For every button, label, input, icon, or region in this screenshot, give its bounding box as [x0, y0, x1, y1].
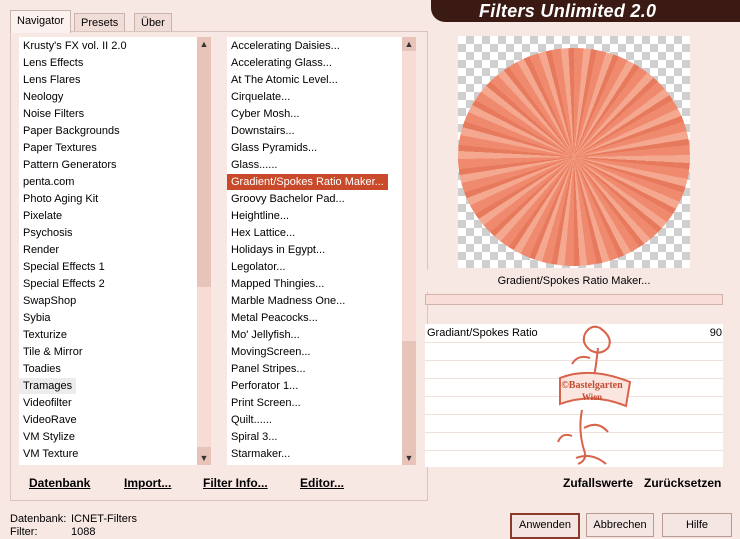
category-item[interactable]: Special Effects 1: [19, 259, 109, 275]
category-item[interactable]: Render: [19, 242, 63, 258]
spokes-wheel-preview: [458, 48, 690, 266]
randomize-button[interactable]: Zufallswerte: [563, 476, 633, 490]
category-item[interactable]: Texturize: [19, 327, 71, 343]
filter-item[interactable]: Starmaker...: [227, 446, 294, 462]
import-button[interactable]: Import...: [124, 476, 171, 490]
preview-progress-bar: [425, 294, 723, 305]
category-item[interactable]: Sybia: [19, 310, 55, 326]
filter-scrollbar[interactable]: ▲ ▼: [402, 37, 416, 465]
category-item[interactable]: VM Texture: [19, 446, 82, 462]
filter-item[interactable]: Metal Peacocks...: [227, 310, 322, 326]
status-database: Datenbank: ICNET-Filters: [10, 513, 137, 525]
category-item[interactable]: Paper Textures: [19, 140, 101, 156]
filter-item[interactable]: Mo' Jellyfish...: [227, 327, 304, 343]
status-filter-label: Filter:: [10, 526, 38, 538]
title-banner: Filters Unlimited 2.0: [431, 0, 740, 22]
filter-item[interactable]: Downstairs...: [227, 123, 299, 139]
filter-item[interactable]: Hex Lattice...: [227, 225, 299, 241]
scroll-down-icon[interactable]: ▼: [197, 451, 211, 465]
watermark-line2: Wien: [582, 392, 602, 402]
preview-filter-name: Gradient/Spokes Ratio Maker...: [425, 270, 723, 292]
apply-button[interactable]: Anwenden: [510, 513, 580, 539]
filter-info-button[interactable]: Filter Info...: [203, 476, 268, 490]
category-item[interactable]: VideoRave: [19, 412, 81, 428]
database-button[interactable]: Datenbank: [29, 476, 90, 490]
status-db-value: ICNET-Filters: [71, 513, 137, 525]
category-item[interactable]: Lens Effects: [19, 55, 87, 71]
filter-item[interactable]: Spiral 3...: [227, 429, 281, 445]
category-item[interactable]: Neology: [19, 89, 67, 105]
category-item[interactable]: Psychosis: [19, 225, 77, 241]
category-item[interactable]: penta.com: [19, 174, 78, 190]
preview-image: [458, 36, 690, 268]
category-item[interactable]: VM Stylize: [19, 429, 79, 445]
watermark-line1: ©Bastelgarten: [561, 380, 623, 391]
category-item[interactable]: Tramages: [19, 378, 77, 394]
category-item[interactable]: Pixelate: [19, 208, 66, 224]
scroll-up-icon[interactable]: ▲: [402, 37, 416, 51]
category-item[interactable]: Krusty's FX vol. II 2.0: [19, 38, 131, 54]
tab-navigator[interactable]: Navigator: [10, 10, 72, 33]
status-filter-count: Filter: 1088: [10, 526, 95, 538]
param-value[interactable]: 90: [710, 327, 722, 339]
filter-item[interactable]: Accelerating Glass...: [227, 55, 336, 71]
filter-item[interactable]: Panel Stripes...: [227, 361, 310, 377]
filter-item[interactable]: Gradient/Spokes Ratio Maker...: [227, 174, 388, 190]
category-item[interactable]: Lens Flares: [19, 72, 84, 88]
filter-item[interactable]: Accelerating Daisies...: [227, 38, 344, 54]
category-item[interactable]: Videofilter: [19, 395, 76, 411]
watermark-stamp: ©Bastelgarten Wien: [557, 325, 632, 465]
filter-item[interactable]: Glass Pyramids...: [227, 140, 321, 156]
filter-item[interactable]: Legolator...: [227, 259, 289, 275]
status-db-label: Datenbank:: [10, 513, 67, 525]
help-button[interactable]: Hilfe: [662, 513, 732, 537]
filter-item[interactable]: Holidays in Egypt...: [227, 242, 329, 258]
filter-item[interactable]: Marble Madness One...: [227, 293, 349, 309]
category-item[interactable]: Photo Aging Kit: [19, 191, 102, 207]
category-item[interactable]: Tile & Mirror: [19, 344, 86, 360]
filter-item[interactable]: Glass......: [227, 157, 281, 173]
category-item[interactable]: Special Effects 2: [19, 276, 109, 292]
filter-item[interactable]: Quilt......: [227, 412, 276, 428]
filter-item[interactable]: Cirquelate...: [227, 89, 294, 105]
tab-presets[interactable]: Presets: [74, 13, 126, 32]
category-item[interactable]: Noise Filters: [19, 106, 88, 122]
filter-scroll-thumb[interactable]: [402, 51, 416, 341]
category-scroll-thumb[interactable]: [197, 287, 211, 447]
scroll-down-icon[interactable]: ▼: [402, 451, 416, 465]
filter-item[interactable]: Cyber Mosh...: [227, 106, 303, 122]
cancel-button[interactable]: Abbrechen: [586, 513, 654, 537]
filter-item[interactable]: Perforator 1...: [227, 378, 302, 394]
category-item[interactable]: Toadies: [19, 361, 65, 377]
app-title: Filters Unlimited 2.0: [479, 1, 657, 21]
category-list[interactable]: Krusty's FX vol. II 2.0 Lens Effects Lens …: [19, 37, 197, 465]
filter-item[interactable]: Fusion...: [227, 463, 277, 465]
filter-item[interactable]: At The Atomic Level...: [227, 72, 342, 88]
category-scrollbar[interactable]: ▲ ▼: [197, 37, 211, 465]
tab-uber[interactable]: Über: [134, 13, 172, 32]
category-item[interactable]: SwapShop: [19, 293, 80, 309]
filter-item[interactable]: Print Screen...: [227, 395, 305, 411]
reset-button[interactable]: Zurücksetzen: [644, 476, 721, 490]
category-item[interactable]: Paper Backgrounds: [19, 123, 124, 139]
editor-button[interactable]: Editor...: [300, 476, 344, 490]
filter-list[interactable]: Accelerating Daisies... Accelerating Glas…: [227, 37, 402, 465]
filter-item[interactable]: Heightline...: [227, 208, 293, 224]
scroll-up-icon[interactable]: ▲: [197, 37, 211, 51]
category-item[interactable]: Pattern Generators: [19, 157, 121, 173]
filter-item[interactable]: MovingScreen...: [227, 344, 314, 360]
status-filter-value: 1088: [71, 526, 96, 538]
filter-item[interactable]: Groovy Bachelor Pad...: [227, 191, 349, 207]
filter-item[interactable]: Mapped Thingies...: [227, 276, 328, 292]
